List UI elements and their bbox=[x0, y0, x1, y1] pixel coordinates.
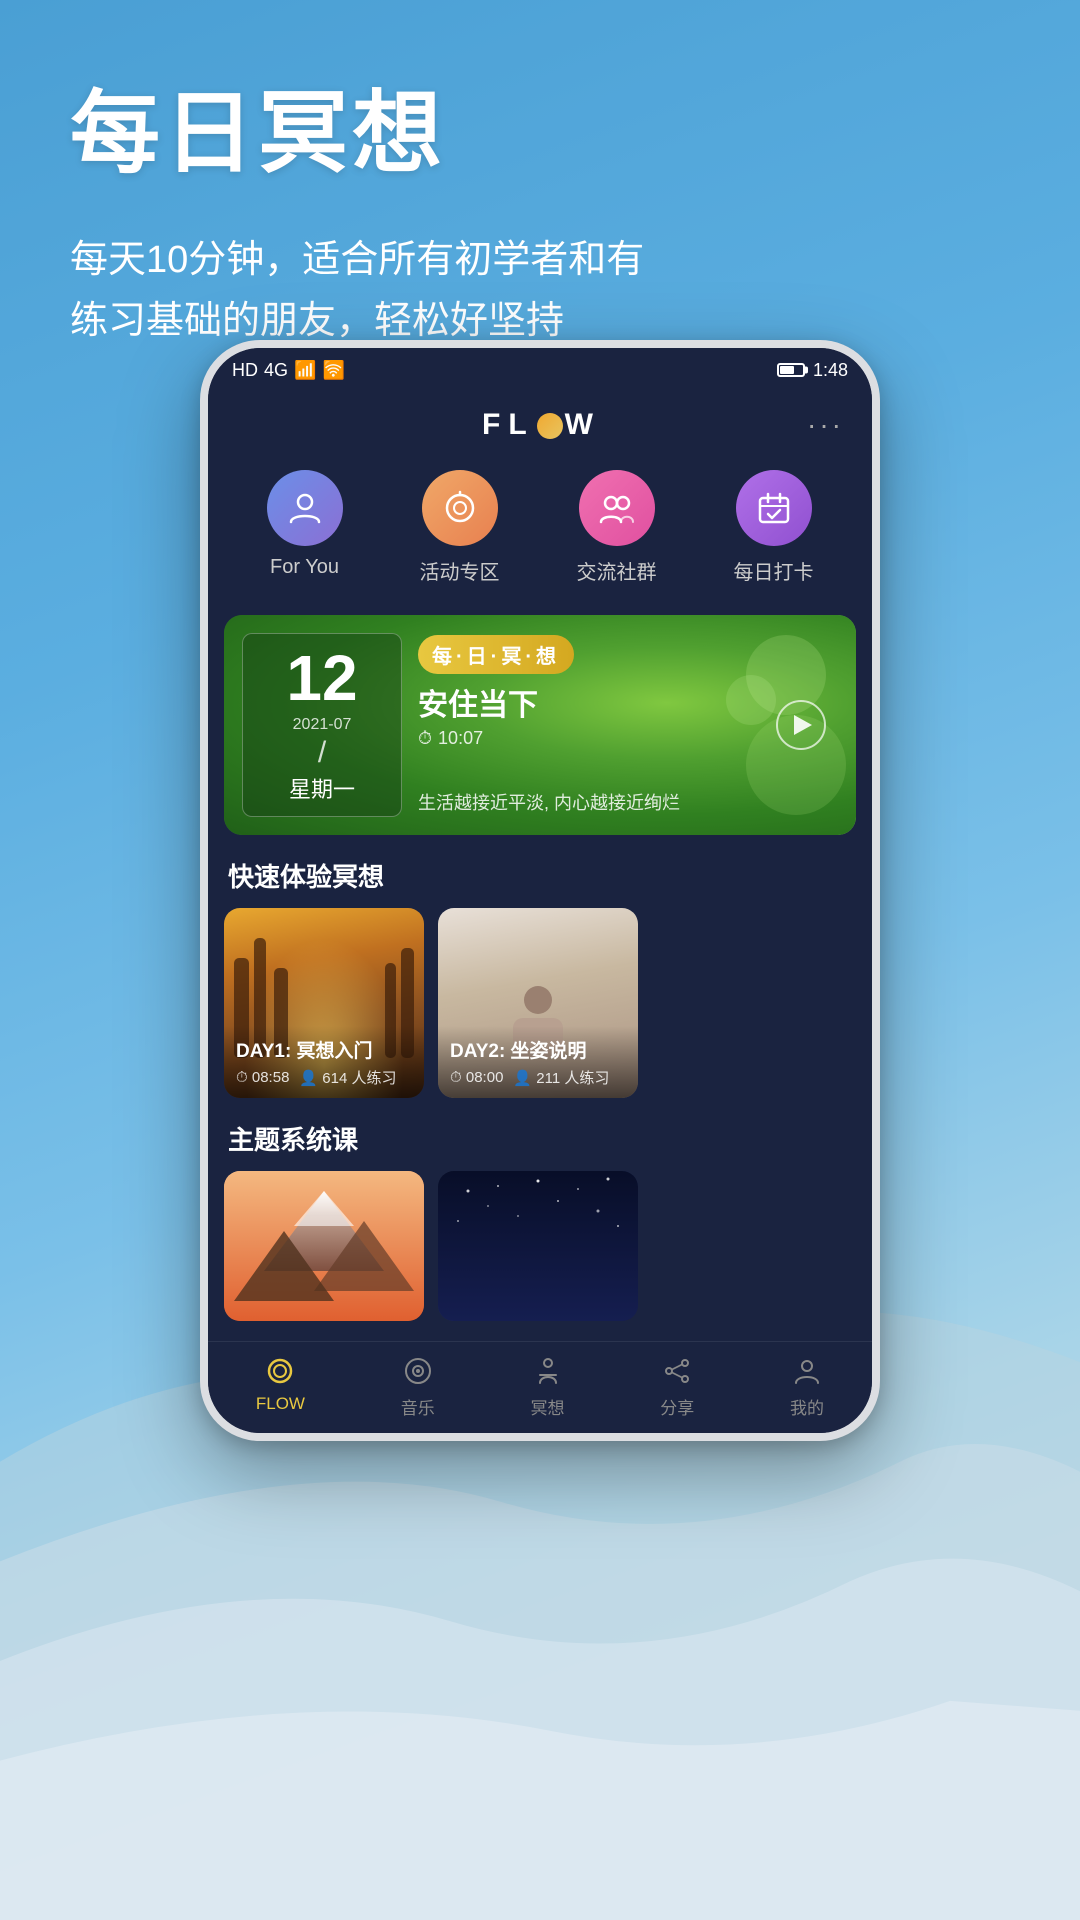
activity-icon-circle bbox=[422, 470, 498, 546]
nav-label-community: 交流社群 bbox=[577, 556, 657, 585]
page-title: 每日冥想 bbox=[70, 60, 644, 190]
daily-meditation-card[interactable]: 12 2021-07 / 星期一 每·日·冥·想 安住当下 ⏱ 10:07 bbox=[224, 615, 856, 835]
date-year: 2021-07 bbox=[293, 716, 352, 734]
nav-label-for-you: For You bbox=[270, 556, 339, 579]
bottom-nav-mine[interactable]: 我的 bbox=[790, 1354, 824, 1419]
flow-nav-icon bbox=[263, 1354, 297, 1388]
theme-card-night[interactable] bbox=[438, 1171, 638, 1321]
disc-icon bbox=[402, 1355, 434, 1387]
bottom-nav-label-meditation: 冥想 bbox=[531, 1394, 565, 1419]
quick-cards-container: DAY1: 冥想入门 ⏱ 08:58 👤 614 人练习 bbox=[208, 908, 872, 1098]
status-right: 1:48 bbox=[777, 360, 848, 381]
bottom-nav-label-flow: FLOW bbox=[256, 1394, 305, 1414]
app-header: FLW ··· bbox=[208, 392, 872, 458]
card-content: 12 2021-07 / 星期一 每·日·冥·想 安住当下 ⏱ 10:07 bbox=[224, 615, 856, 835]
mine-nav-icon bbox=[790, 1354, 824, 1388]
more-menu-button[interactable]: ··· bbox=[807, 409, 844, 441]
day1-title: DAY1: 冥想入门 bbox=[236, 1036, 412, 1063]
status-left: HD 4G 📶 🛜 bbox=[232, 360, 345, 381]
people-icon bbox=[597, 488, 637, 528]
date-slash: / bbox=[318, 736, 326, 770]
nav-item-daily-check[interactable]: 每日打卡 bbox=[734, 470, 814, 585]
calendar-icon bbox=[754, 488, 794, 528]
activity-icon bbox=[440, 488, 480, 528]
bottom-nav-label-mine: 我的 bbox=[790, 1394, 824, 1419]
app-logo: FLW bbox=[482, 408, 601, 442]
community-icon-circle bbox=[579, 470, 655, 546]
bottom-nav-music[interactable]: 音乐 bbox=[401, 1354, 435, 1419]
music-nav-icon bbox=[401, 1354, 435, 1388]
quick-card-day2[interactable]: DAY2: 坐姿说明 ⏱ 08:00 👤 211 人练习 bbox=[438, 908, 638, 1098]
quick-nav: For You 活动专区 bbox=[208, 458, 872, 605]
play-triangle-icon bbox=[794, 715, 812, 735]
day1-meta: ⏱ 08:58 👤 614 人练习 bbox=[236, 1067, 412, 1088]
theme-section-title: 主题系统课 bbox=[208, 1098, 872, 1171]
share-icon bbox=[661, 1355, 693, 1387]
bottom-nav-flow[interactable]: FLOW bbox=[256, 1354, 305, 1419]
nav-label-activity: 活动专区 bbox=[420, 556, 500, 585]
day2-title: DAY2: 坐姿说明 bbox=[450, 1036, 626, 1063]
meditation-nav-icon bbox=[531, 1354, 565, 1388]
flow-icon bbox=[264, 1355, 296, 1387]
nav-item-community[interactable]: 交流社群 bbox=[577, 470, 657, 585]
nav-item-for-you[interactable]: For You bbox=[267, 470, 343, 585]
bottom-nav-share[interactable]: 分享 bbox=[660, 1354, 694, 1419]
day2-meta: ⏱ 08:00 👤 211 人练习 bbox=[450, 1067, 626, 1088]
page-subtitle: 每天10分钟，适合所有初学者和有 练习基础的朋友，轻松好坚持 bbox=[70, 230, 644, 352]
quick-section-title: 快速体验冥想 bbox=[208, 835, 872, 908]
play-button[interactable] bbox=[776, 700, 826, 750]
quick-card-day1[interactable]: DAY1: 冥想入门 ⏱ 08:58 👤 614 人练习 bbox=[224, 908, 424, 1098]
person-icon bbox=[285, 488, 325, 528]
for-you-icon-circle bbox=[267, 470, 343, 546]
day2-card-overlay: DAY2: 坐姿说明 ⏱ 08:00 👤 211 人练习 bbox=[438, 1026, 638, 1098]
nav-item-activity[interactable]: 活动专区 bbox=[420, 470, 500, 585]
bottom-nav-label-share: 分享 bbox=[660, 1394, 694, 1419]
daily-tag: 每·日·冥·想 bbox=[418, 635, 574, 674]
daily-check-icon-circle bbox=[736, 470, 812, 546]
battery-icon bbox=[777, 363, 805, 377]
theme-cards-container bbox=[208, 1171, 872, 1341]
person-meditate-icon bbox=[532, 1355, 564, 1387]
person-outline-icon bbox=[791, 1355, 823, 1387]
share-nav-icon bbox=[660, 1354, 694, 1388]
bottom-navigation: FLOW 音乐 bbox=[208, 1341, 872, 1433]
night-svg bbox=[438, 1171, 638, 1321]
bottom-nav-label-music: 音乐 bbox=[401, 1394, 435, 1419]
date-box: 12 2021-07 / 星期一 bbox=[242, 633, 402, 817]
bottom-nav-meditation[interactable]: 冥想 bbox=[531, 1354, 565, 1419]
status-bar: HD 4G 📶 🛜 1:48 bbox=[208, 348, 872, 392]
mountain-svg bbox=[224, 1171, 424, 1321]
daily-description: 生活越接近平淡, 内心越接近绚烂 bbox=[418, 789, 840, 815]
day1-card-overlay: DAY1: 冥想入门 ⏱ 08:58 👤 614 人练习 bbox=[224, 1026, 424, 1098]
phone-mockup: HD 4G 📶 🛜 1:48 FLW ··· bbox=[200, 340, 880, 1441]
theme-card-mountain[interactable] bbox=[224, 1171, 424, 1321]
date-number: 12 bbox=[286, 646, 357, 710]
nav-label-daily-check: 每日打卡 bbox=[734, 556, 814, 585]
weekday: 星期一 bbox=[289, 772, 355, 804]
